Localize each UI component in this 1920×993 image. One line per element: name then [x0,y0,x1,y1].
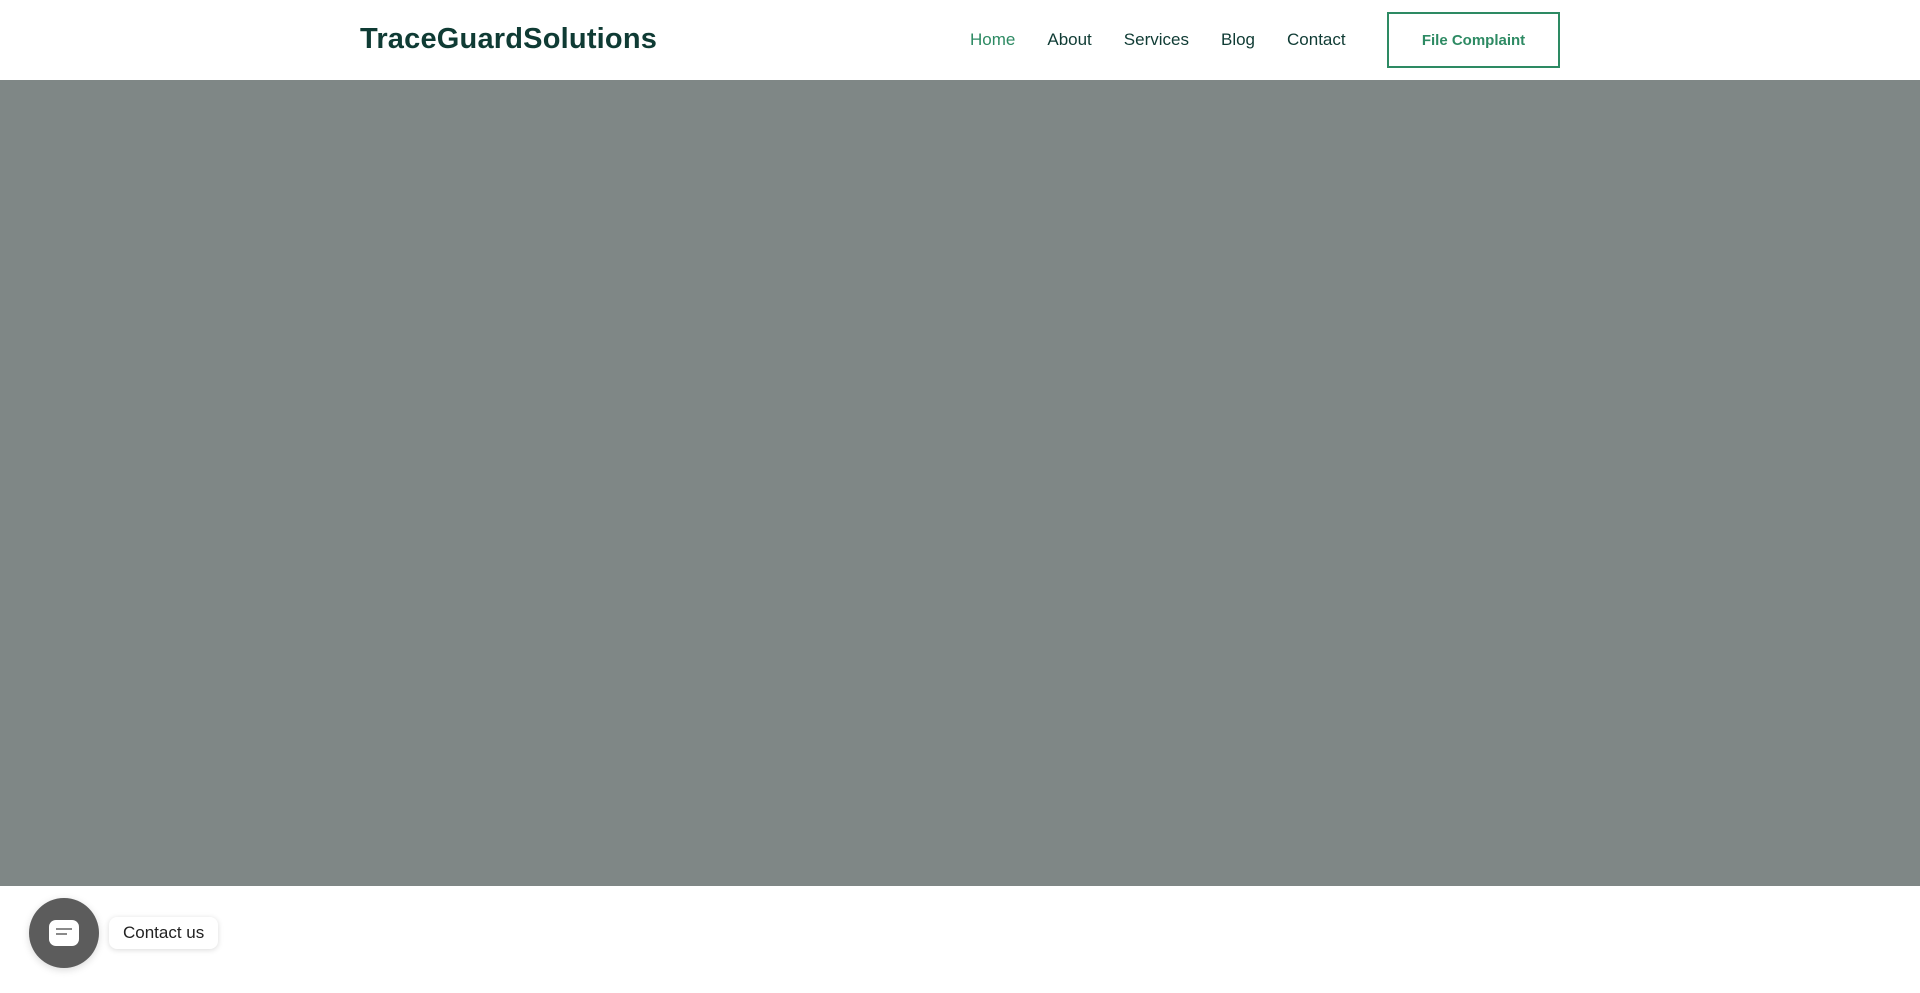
nav-blog[interactable]: Blog [1221,29,1255,51]
site-logo[interactable]: TraceGuardSolutions [360,19,657,59]
nav-contact[interactable]: Contact [1287,29,1346,51]
contact-widget: Contact us [29,898,219,968]
file-complaint-button[interactable]: File Complaint [1387,12,1560,68]
main-nav: Home About Services Blog Contact [970,29,1346,51]
nav-services[interactable]: Services [1124,29,1189,51]
contact-fab-button[interactable] [29,898,99,968]
site-header: TraceGuardSolutions Home About Services … [0,0,1920,80]
nav-home[interactable]: Home [970,29,1015,51]
contact-us-label[interactable]: Contact us [109,917,219,949]
chat-bubble-icon [46,915,82,951]
hero-banner [0,80,1920,886]
nav-about[interactable]: About [1047,29,1091,51]
